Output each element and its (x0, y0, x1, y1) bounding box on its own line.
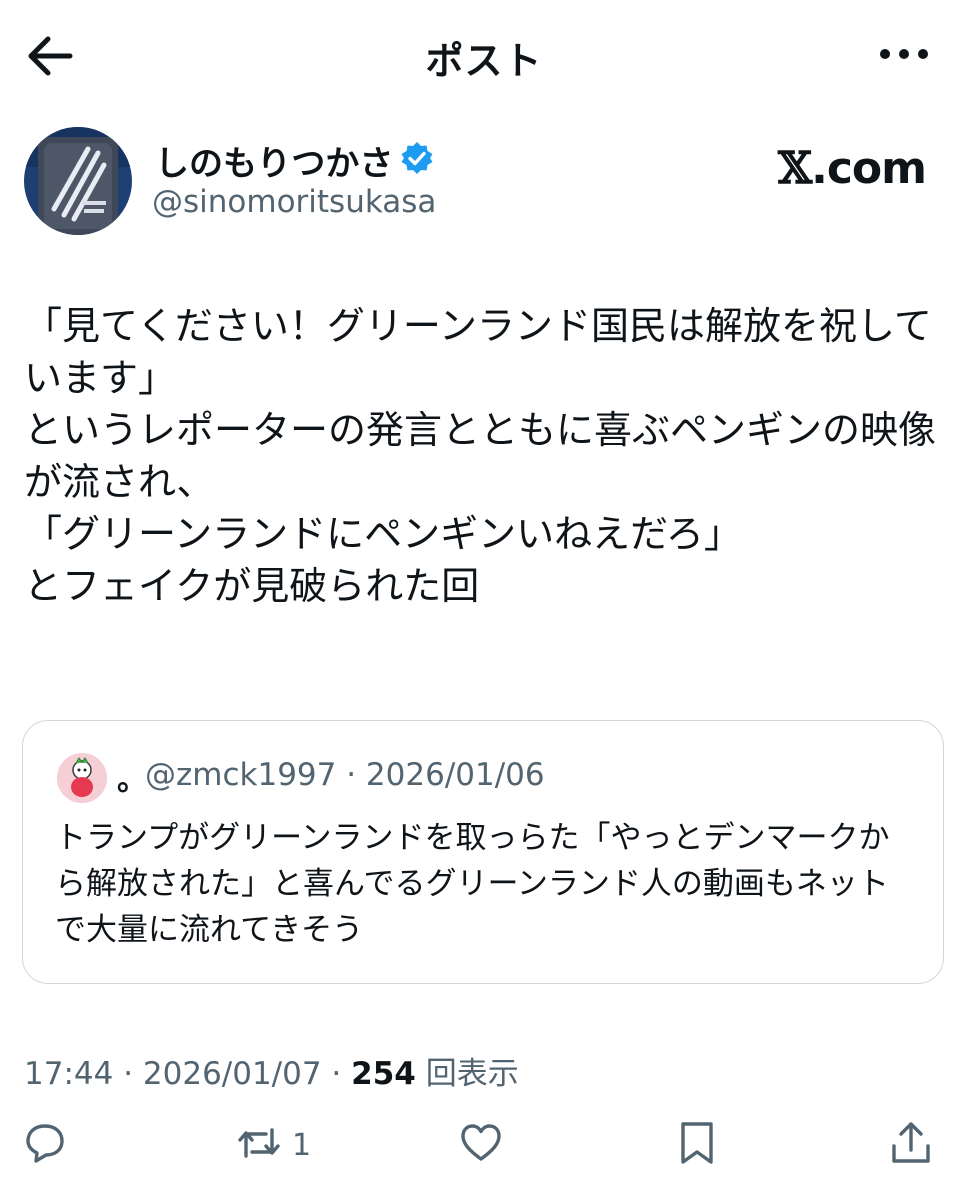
retweet-icon (238, 1128, 280, 1158)
view-count: 254 (351, 1056, 416, 1092)
quoted-author-avatar (57, 753, 107, 803)
bookmark-button[interactable] (674, 1120, 720, 1174)
reply-button[interactable] (22, 1120, 68, 1174)
share-icon (892, 1122, 930, 1163)
tweet-text: 「見てください！グリーンランド国民は解放を祝しています」 というレポーターの発言… (24, 304, 937, 608)
x-com-watermark: 𝕏.com (777, 143, 927, 194)
retweet-button[interactable]: 1 (236, 1120, 346, 1174)
author-handle[interactable]: @sinomoritsukasa (152, 184, 436, 220)
more-dots-icon (880, 49, 928, 59)
x-logo-glyph: 𝕏 (777, 143, 812, 194)
watermark-domain: .com (811, 143, 927, 194)
views-label: 回表示 (415, 1056, 519, 1092)
share-button[interactable] (888, 1120, 934, 1174)
author-avatar[interactable] (24, 127, 132, 235)
post-time-date: 17:44 · 2026/01/07 · (24, 1056, 352, 1092)
quoted-author-name: 。 (117, 763, 147, 798)
heart-icon (461, 1124, 501, 1161)
more-button[interactable] (878, 44, 930, 64)
tweet-metadata: 17:44 · 2026/01/07 · 254 回表示 (24, 1048, 519, 1093)
page-title: ポスト (425, 39, 543, 83)
action-bar: 1 (0, 1120, 968, 1180)
quoted-handle-date: @zmck1997 · 2026/01/06 (145, 757, 545, 793)
quoted-tweet-text: トランプがグリーンランドを取っらた「やっとデンマークから解放された」と喜んでるグ… (55, 820, 890, 948)
quoted-tweet[interactable]: 。 @zmck1997 · 2026/01/06 トランプがグリーンランドを取っ… (22, 720, 944, 984)
reply-icon (26, 1124, 64, 1163)
verified-badge-icon (401, 142, 433, 174)
author-display-name[interactable]: しのもりつかさ (155, 136, 393, 185)
like-button[interactable] (458, 1120, 504, 1174)
bookmark-icon (681, 1122, 713, 1164)
top-bar: ポスト (0, 0, 968, 110)
retweet-count: 1 (292, 1128, 312, 1163)
